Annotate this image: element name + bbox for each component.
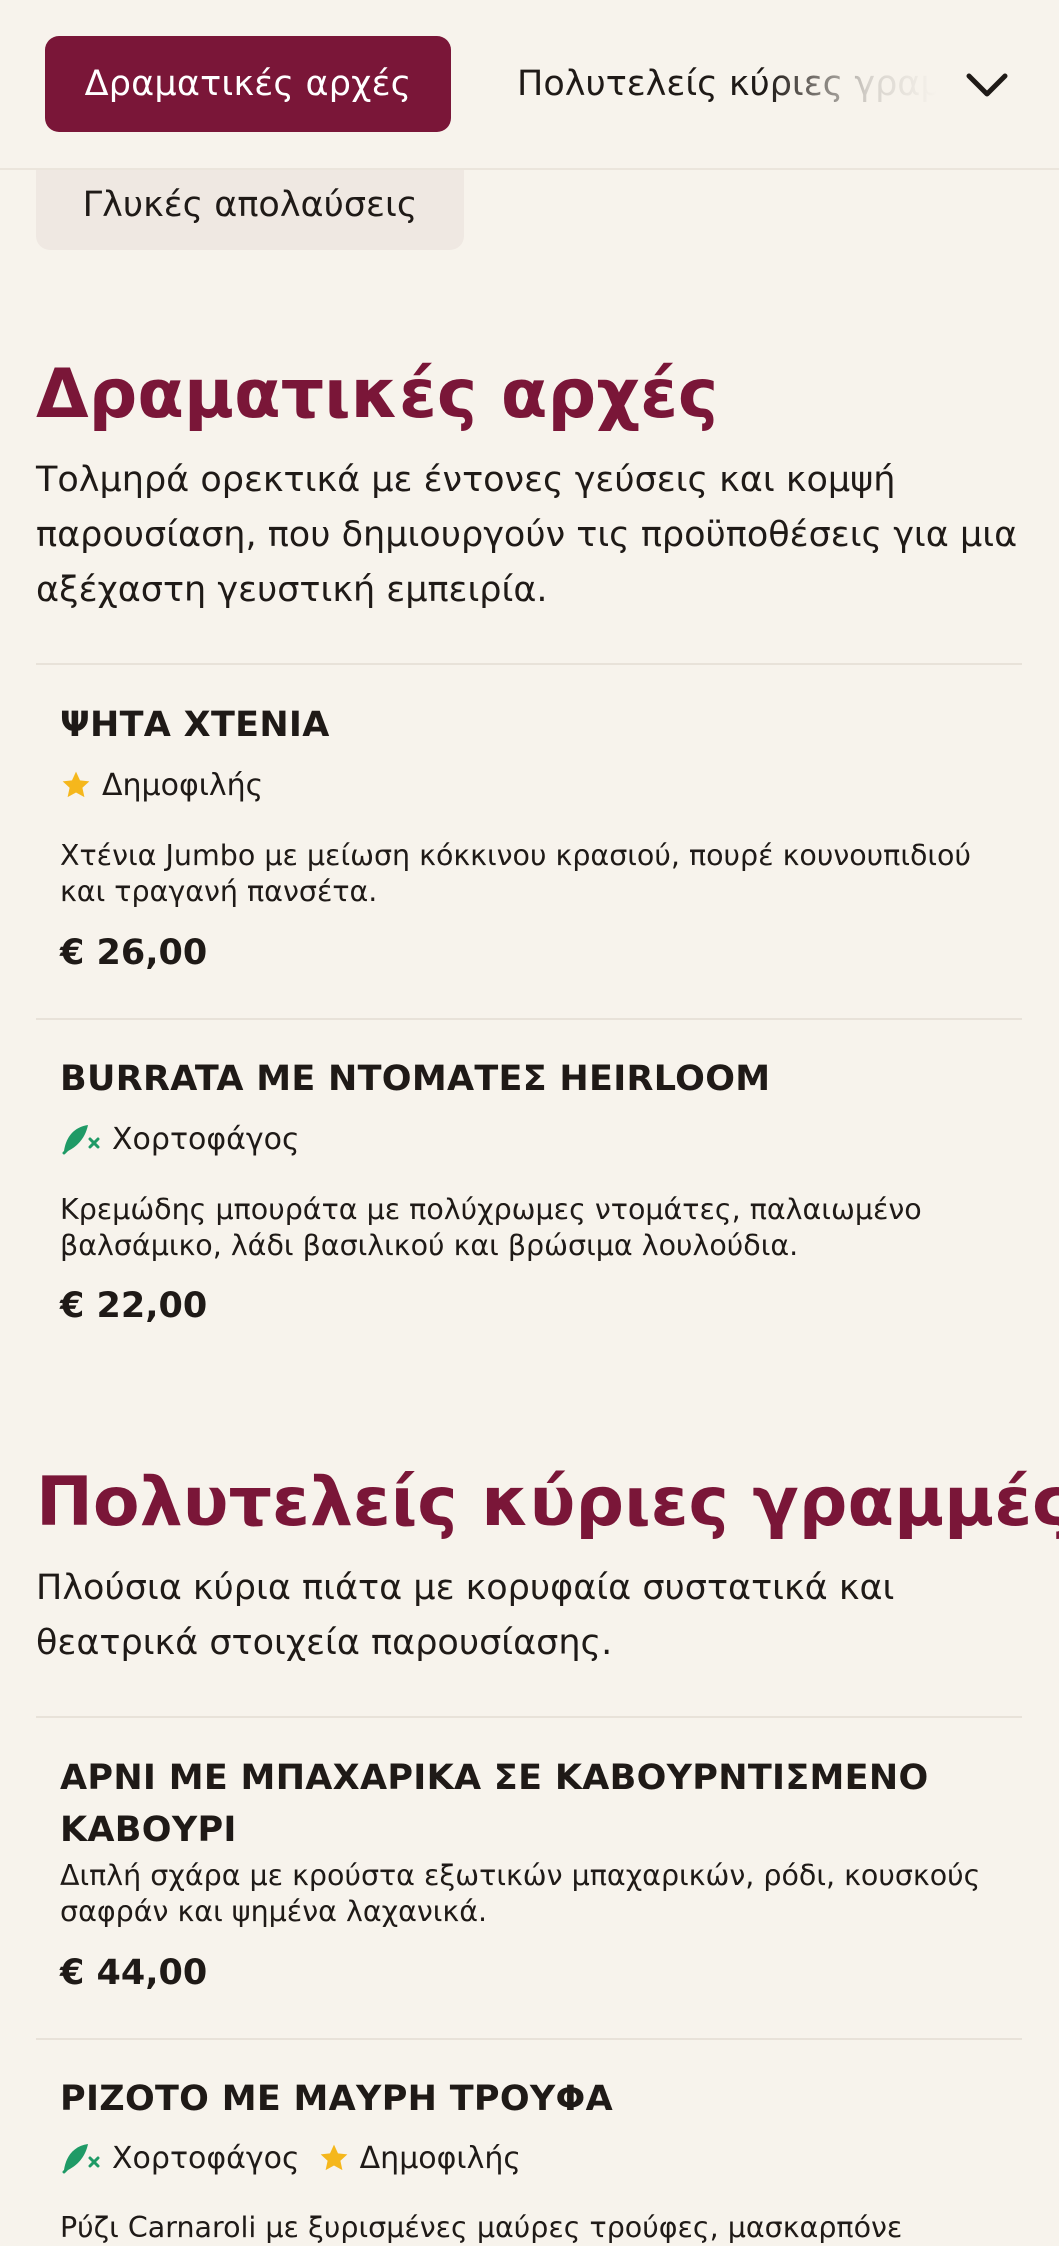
popular-badge: Δημοφιλής [60, 768, 263, 803]
star-icon [62, 771, 90, 798]
tab-label: Δραματικές αρχές [84, 64, 412, 104]
item-name: BURRATA ΜΕ ΝΤΟΜΑΤΕΣ HEIRLOOM [60, 1059, 771, 1099]
divider [36, 1018, 1022, 1020]
popular-badge: Δημοφιλής [318, 2141, 521, 2176]
item-description: Ρύζι Carnaroli με ξυρισμένες μαύρες τρού… [60, 2211, 903, 2244]
item-badges: Χορτοφάγος Δημοφιλής [60, 2138, 539, 2178]
item-name: ΨΗΤΑ ΧΤΕΝΙΑ [60, 705, 330, 745]
item-name: ΑΡΝΙ ΜΕ ΜΠΑΧΑΡΙΚΑ ΣΕ ΚΑΒΟΥΡΝΤΙΣΜΕΝΟ ΚΑΒΟ… [60, 1758, 929, 1850]
section-description: Τολμηρά ορεκτικά με έντονες γεύσεις και … [36, 460, 1018, 610]
item-description: Χτένια Jumbo με μείωση κόκκινου κρασιού,… [60, 839, 971, 908]
item-price: € 22,00 [60, 1286, 208, 1326]
star-icon [320, 2144, 347, 2171]
item-description: Κρεμώδης μπουράτα με πολύχρωμες ντομάτες… [60, 1193, 922, 1262]
leaf-icon [62, 2144, 100, 2174]
tab-sweet-delights[interactable]: Γλυκές απολαύσεις [36, 160, 464, 250]
item-price: € 26,00 [60, 933, 208, 973]
tab-dramatic-starters[interactable]: Δραματικές αρχές [45, 36, 451, 132]
badge-label: Δημοφιλής [359, 2140, 521, 2176]
divider [36, 663, 1022, 665]
badge-label: Χορτοφάγος [112, 2140, 300, 2176]
badge-label: Χορτοφάγος [112, 1121, 300, 1157]
tab-luxury-mains[interactable]: Πολυτελείς κύριες γραμμές [517, 36, 937, 132]
badge-label: Δημοφιλής [102, 767, 264, 803]
item-name: ΡΙΖΟΤΟ ΜΕ ΜΑΥΡΗ ΤΡΟΥΦΑ [60, 2079, 613, 2119]
item-badges: Χορτοφάγος [60, 1119, 318, 1159]
category-nav: Δραματικές αρχές Πολυτελείς κύριες γραμμ… [0, 0, 1059, 170]
item-badges: Δημοφιλής [60, 765, 281, 805]
section-title: Δραματικές αρχές [36, 355, 719, 434]
divider [36, 2038, 1022, 2040]
item-price: € 44,00 [60, 1953, 208, 1993]
vegetarian-badge: Χορτοφάγος [60, 1121, 300, 1157]
section-description: Πλούσια κύρια πιάτα με κορυφαία συστατικ… [36, 1568, 895, 1663]
tab-label: Γλυκές απολαύσεις [82, 185, 418, 225]
section-title: Πολυτελείς κύριες γραμμές [36, 1463, 1059, 1542]
item-description: Διπλή σχάρα με κρούστα εξωτικών μπαχαρικ… [60, 1859, 981, 1928]
leaf-icon [62, 1125, 100, 1155]
scroll-fade [767, 36, 937, 132]
vegetarian-badge: Χορτοφάγος [60, 2140, 300, 2176]
chevron-down-icon[interactable] [962, 60, 1012, 110]
divider [36, 1716, 1022, 1718]
